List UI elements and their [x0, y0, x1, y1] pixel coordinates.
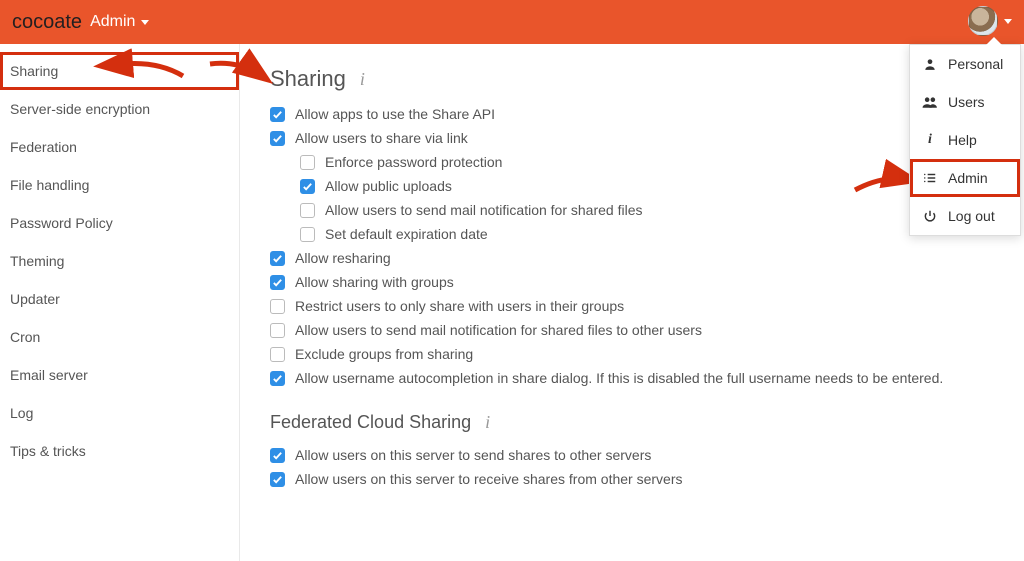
checkbox-icon — [300, 203, 315, 218]
sidebar-item-server-side-encryption[interactable]: Server-side encryption — [0, 90, 239, 128]
sidebar-item-label: Sharing — [10, 63, 58, 79]
option-label: Restrict users to only share with users … — [295, 298, 624, 314]
option-fed-send[interactable]: Allow users on this server to send share… — [270, 447, 994, 463]
sidebar-item-federation[interactable]: Federation — [0, 128, 239, 166]
menu-item-help[interactable]: i Help — [910, 121, 1020, 159]
checkbox-icon — [300, 227, 315, 242]
menu-item-personal[interactable]: Personal — [910, 45, 1020, 83]
checkbox-icon — [270, 107, 285, 122]
menu-item-users[interactable]: Users — [910, 83, 1020, 121]
page-title: Sharing — [270, 66, 346, 92]
checkbox-icon — [270, 251, 285, 266]
avatar-icon — [968, 6, 998, 36]
person-icon — [922, 57, 938, 71]
info-icon[interactable]: i — [485, 412, 490, 433]
option-label: Allow resharing — [295, 250, 391, 266]
menu-item-logout[interactable]: Log out — [910, 197, 1020, 235]
option-default-expire[interactable]: Set default expiration date — [300, 226, 994, 242]
option-share-via-link[interactable]: Allow users to share via link — [270, 130, 994, 146]
checkbox-icon — [270, 472, 285, 487]
option-label: Allow users to send mail notification fo… — [295, 322, 702, 338]
checkbox-icon — [270, 299, 285, 314]
option-mail-notif-shared[interactable]: Allow users to send mail notification fo… — [300, 202, 994, 218]
option-label: Allow users on this server to send share… — [295, 447, 651, 463]
option-allow-reshare[interactable]: Allow resharing — [270, 250, 994, 266]
menu-item-label: Users — [948, 94, 985, 110]
menu-item-label: Admin — [948, 170, 988, 186]
option-share-groups[interactable]: Allow sharing with groups — [270, 274, 994, 290]
admin-dropdown-label: Admin — [90, 13, 135, 31]
option-label: Allow sharing with groups — [295, 274, 454, 290]
sidebar-item-file-handling[interactable]: File handling — [0, 166, 239, 204]
admin-dropdown[interactable]: Admin — [90, 13, 149, 31]
users-icon — [922, 95, 938, 109]
option-label: Allow users to send mail notification fo… — [325, 202, 642, 218]
sidebar-item-label: Updater — [10, 291, 60, 307]
federated-title-row: Federated Cloud Sharing i — [270, 412, 994, 433]
option-label: Enforce password protection — [325, 154, 502, 170]
sidebar-item-password-policy[interactable]: Password Policy — [0, 204, 239, 242]
option-label: Set default expiration date — [325, 226, 488, 242]
info-icon: i — [922, 132, 938, 148]
checkbox-icon — [270, 131, 285, 146]
menu-item-label: Log out — [948, 208, 995, 224]
option-label: Allow users to share via link — [295, 130, 468, 146]
checkbox-icon — [270, 275, 285, 290]
sidebar-item-theming[interactable]: Theming — [0, 242, 239, 280]
option-autocomplete[interactable]: Allow username autocompletion in share d… — [270, 370, 994, 386]
caret-down-icon — [141, 20, 149, 25]
brand-logo: cocoate — [12, 11, 82, 34]
option-label: Exclude groups from sharing — [295, 346, 473, 362]
checkbox-icon — [270, 371, 285, 386]
power-icon — [922, 209, 938, 223]
sidebar-item-label: Email server — [10, 367, 88, 383]
sidebar-item-label: Theming — [10, 253, 64, 269]
menu-item-label: Personal — [948, 56, 1003, 72]
top-bar: cocoate Admin — [0, 0, 1024, 44]
checkbox-icon — [270, 347, 285, 362]
menu-item-admin[interactable]: Admin — [910, 159, 1020, 197]
sidebar-item-label: Tips & tricks — [10, 443, 86, 459]
sidebar-item-label: File handling — [10, 177, 89, 193]
checkbox-icon — [270, 323, 285, 338]
sidebar-item-label: Password Policy — [10, 215, 113, 231]
sidebar-item-label: Server-side encryption — [10, 101, 150, 117]
option-allow-share-api[interactable]: Allow apps to use the Share API — [270, 106, 994, 122]
settings-content: Sharing i Allow apps to use the Share AP… — [240, 44, 1024, 561]
federated-title: Federated Cloud Sharing — [270, 412, 471, 433]
option-label: Allow username autocompletion in share d… — [295, 370, 943, 386]
menu-item-label: Help — [948, 132, 977, 148]
annotation-arrow-icon — [205, 56, 275, 89]
option-label: Allow public uploads — [325, 178, 452, 194]
settings-sidebar: Sharing Server-side encryption Federatio… — [0, 44, 240, 561]
option-fed-receive[interactable]: Allow users on this server to receive sh… — [270, 471, 994, 487]
sidebar-item-label: Log — [10, 405, 33, 421]
info-icon[interactable]: i — [360, 69, 365, 90]
option-mail-notif-other[interactable]: Allow users to send mail notification fo… — [270, 322, 994, 338]
sidebar-item-email-server[interactable]: Email server — [0, 356, 239, 394]
checkbox-icon — [270, 448, 285, 463]
list-icon — [922, 171, 938, 185]
sidebar-item-log[interactable]: Log — [0, 394, 239, 432]
caret-down-icon — [1004, 19, 1012, 24]
sidebar-item-label: Cron — [10, 329, 40, 345]
annotation-arrow-icon — [118, 56, 188, 89]
option-label: Allow users on this server to receive sh… — [295, 471, 682, 487]
option-restrict-own-groups[interactable]: Restrict users to only share with users … — [270, 298, 994, 314]
sidebar-item-label: Federation — [10, 139, 77, 155]
user-avatar-menu-trigger[interactable] — [968, 6, 1012, 36]
sidebar-item-cron[interactable]: Cron — [0, 318, 239, 356]
page-title-row: Sharing i — [270, 66, 994, 92]
option-label: Allow apps to use the Share API — [295, 106, 495, 122]
option-exclude-groups[interactable]: Exclude groups from sharing — [270, 346, 994, 362]
checkbox-icon — [300, 155, 315, 170]
sidebar-item-updater[interactable]: Updater — [0, 280, 239, 318]
user-dropdown-menu: Personal Users i Help Admin Log out — [909, 44, 1021, 236]
checkbox-icon — [300, 179, 315, 194]
sidebar-item-tips-tricks[interactable]: Tips & tricks — [0, 432, 239, 470]
